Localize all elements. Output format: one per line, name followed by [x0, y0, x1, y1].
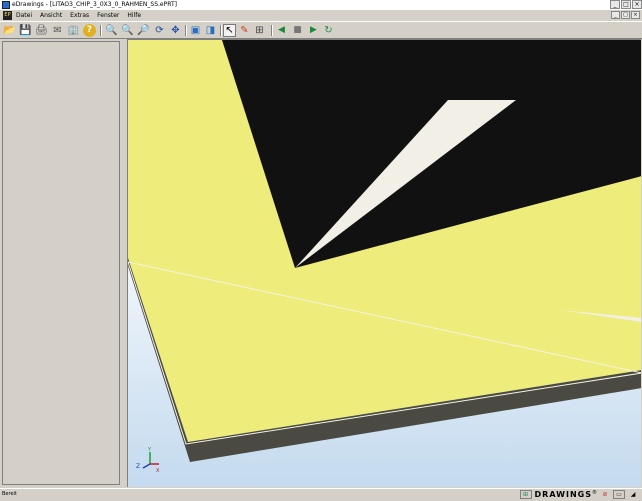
doc-restore-button[interactable]: □	[621, 11, 630, 19]
measure-icon[interactable]: ⊞	[253, 24, 266, 37]
play-previous-icon[interactable]: ◀	[275, 24, 288, 37]
brand-logo: DRAWINGS ®	[535, 490, 597, 499]
animate-icon[interactable]: ↻	[322, 24, 335, 37]
maximize-button[interactable]: □	[621, 0, 631, 9]
doc-minimize-button[interactable]: _	[611, 11, 620, 19]
zoom-in-icon[interactable]: 🔍	[121, 24, 134, 37]
document-window-controls: _ □ ×	[610, 11, 640, 19]
x-axis-label: X	[156, 468, 160, 474]
rotate-icon[interactable]: ⟳	[153, 24, 166, 37]
z-axis-label: Z	[136, 463, 140, 470]
manager-pane	[0, 39, 124, 487]
window-title: eDrawings - [LITAO3_CHIP_3_0X3_0_RAHMEN_…	[12, 1, 177, 8]
toolbar: 📂 💾 🖨 ✉ 🏢 ? 🔍 🔍 🔎 ⟳ ✥ ▣ ◨ ↖ ✎ ⊞ ◀ ■ ▶ ↻	[0, 21, 642, 39]
print-icon[interactable]: 🖨	[35, 24, 48, 37]
minimize-button[interactable]: _	[610, 0, 620, 9]
save-icon[interactable]: 💾	[19, 24, 32, 37]
menu-bar: EP Datei Ansicht Extras Fenster Hilfe _ …	[0, 10, 642, 21]
publish-icon[interactable]: 🏢	[67, 24, 80, 37]
close-button[interactable]: ×	[632, 0, 642, 9]
play-next-icon[interactable]: ▶	[307, 24, 320, 37]
menu-ansicht[interactable]: Ansicht	[40, 12, 62, 20]
status-text: Bereit	[2, 491, 17, 497]
shaded-icon[interactable]: ▣	[189, 24, 202, 37]
menu-fenster[interactable]: Fenster	[97, 12, 119, 20]
app-icon	[2, 1, 10, 9]
model-view[interactable]: Y Z X	[128, 40, 641, 487]
brand-text: DRAWINGS	[534, 490, 592, 499]
menu-hilfe[interactable]: Hilfe	[127, 12, 141, 20]
graphics-viewport[interactable]: Y Z X	[127, 39, 641, 487]
resize-grip-icon[interactable]: ◢	[628, 490, 638, 499]
status-right: ⊞ DRAWINGS ® ⊘ ▭ ◢	[519, 490, 638, 499]
status-bar: Bereit ⊞ DRAWINGS ® ⊘ ▭ ◢	[0, 488, 642, 501]
help-icon[interactable]: ?	[83, 24, 96, 37]
perspective-icon[interactable]: ◨	[204, 24, 217, 37]
toolbar-separator	[185, 25, 187, 36]
toolbar-separator	[271, 25, 273, 36]
manager-pane-content[interactable]	[2, 41, 120, 485]
status-orient-icon[interactable]: ⊞	[519, 490, 532, 499]
display-icon[interactable]: ▭	[613, 490, 625, 499]
pan-icon[interactable]: ✥	[169, 24, 182, 37]
title-bar: eDrawings - [LITAO3_CHIP_3_0X3_0_RAHMEN_…	[0, 0, 642, 10]
menu-items: Datei Ansicht Extras Fenster Hilfe	[16, 12, 141, 20]
doc-close-button[interactable]: ×	[631, 11, 640, 19]
toolbar-separator	[220, 25, 222, 36]
markup-icon[interactable]: ✎	[238, 24, 251, 37]
send-icon[interactable]: ✉	[51, 24, 64, 37]
no-entry-icon: ⊘	[602, 491, 608, 498]
zoom-area-icon[interactable]: 🔎	[137, 24, 150, 37]
select-icon[interactable]: ↖	[223, 24, 236, 37]
zoom-fit-icon[interactable]: 🔍	[105, 24, 118, 37]
window-controls: _ □ ×	[609, 0, 642, 10]
menu-datei[interactable]: Datei	[16, 12, 32, 20]
toolbar-separator	[100, 25, 102, 36]
open-icon[interactable]: 📂	[3, 24, 16, 37]
stop-icon[interactable]: ■	[291, 24, 304, 37]
menu-extras[interactable]: Extras	[70, 12, 89, 20]
document-icon[interactable]: EP	[3, 11, 12, 20]
brand-mark: ®	[592, 490, 597, 496]
